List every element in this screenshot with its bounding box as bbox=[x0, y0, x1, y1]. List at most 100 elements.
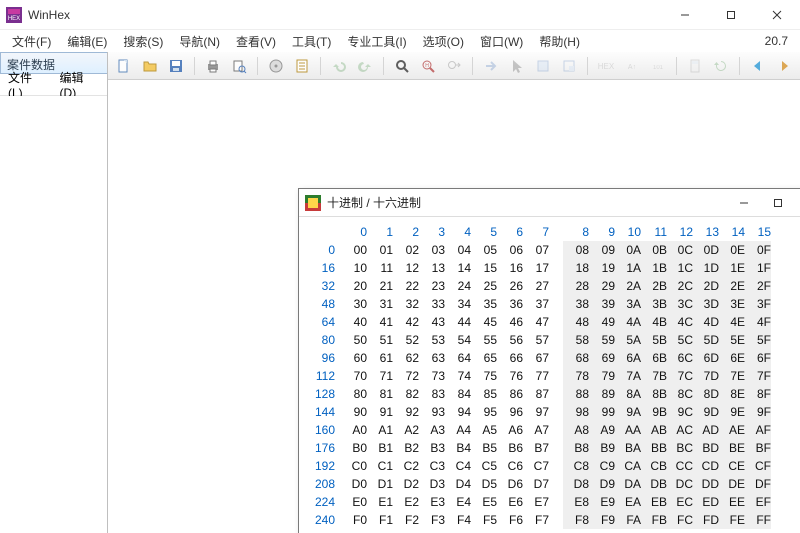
hex-cell[interactable]: 15 bbox=[471, 259, 497, 277]
hex-cell[interactable]: 4B bbox=[641, 313, 667, 331]
hex-cell[interactable]: 07 bbox=[523, 241, 549, 259]
hex-cell[interactable]: FD bbox=[693, 511, 719, 529]
hex-cell[interactable]: A0 bbox=[341, 421, 367, 439]
find-hex-icon[interactable]: H bbox=[418, 56, 438, 76]
hex-cell[interactable]: 13 bbox=[419, 259, 445, 277]
hex-cell[interactable]: FE bbox=[719, 511, 745, 529]
hex-cell[interactable]: 89 bbox=[589, 385, 615, 403]
hex-cell[interactable]: 05 bbox=[471, 241, 497, 259]
hex-cell[interactable]: C4 bbox=[445, 457, 471, 475]
hex-cell[interactable]: E1 bbox=[367, 493, 393, 511]
hex-cell[interactable]: 2A bbox=[615, 277, 641, 295]
hex-cell[interactable]: 41 bbox=[367, 313, 393, 331]
hex-cell[interactable]: CA bbox=[615, 457, 641, 475]
hex-cell[interactable]: 44 bbox=[445, 313, 471, 331]
hex-cell[interactable]: D0 bbox=[341, 475, 367, 493]
hex-cell[interactable]: AF bbox=[745, 421, 771, 439]
hex-cell[interactable]: 77 bbox=[523, 367, 549, 385]
hex-cell[interactable]: 9F bbox=[745, 403, 771, 421]
hex-cell[interactable]: 2F bbox=[745, 277, 771, 295]
hex-cell[interactable]: F6 bbox=[497, 511, 523, 529]
hex-cell[interactable]: 49 bbox=[589, 313, 615, 331]
hex-cell[interactable]: C8 bbox=[563, 457, 589, 475]
hex-cell[interactable]: 4F bbox=[745, 313, 771, 331]
hex-cell[interactable]: C1 bbox=[367, 457, 393, 475]
hex-cell[interactable]: 0C bbox=[667, 241, 693, 259]
hex-cell[interactable]: D7 bbox=[523, 475, 549, 493]
hex-cell[interactable]: BC bbox=[667, 439, 693, 457]
hex-cell[interactable]: 0D bbox=[693, 241, 719, 259]
find-next-icon[interactable] bbox=[444, 56, 464, 76]
hex-cell[interactable]: 96 bbox=[497, 403, 523, 421]
hex-cell[interactable]: CB bbox=[641, 457, 667, 475]
hex-cell[interactable]: D5 bbox=[471, 475, 497, 493]
hex-cell[interactable]: 2E bbox=[719, 277, 745, 295]
hex-cell[interactable]: 85 bbox=[471, 385, 497, 403]
hex-cell[interactable]: 86 bbox=[497, 385, 523, 403]
hex-cell[interactable]: F7 bbox=[523, 511, 549, 529]
hex-cell[interactable]: AD bbox=[693, 421, 719, 439]
hex-cell[interactable]: C0 bbox=[341, 457, 367, 475]
hex-cell[interactable]: 1A bbox=[615, 259, 641, 277]
hex-cell[interactable]: 34 bbox=[445, 295, 471, 313]
hex-cell[interactable]: C3 bbox=[419, 457, 445, 475]
hex-cell[interactable]: B1 bbox=[367, 439, 393, 457]
hex-cell[interactable]: 3F bbox=[745, 295, 771, 313]
hex-cell[interactable]: 0F bbox=[745, 241, 771, 259]
hex-cell[interactable]: 80 bbox=[341, 385, 367, 403]
hex-cell[interactable]: B2 bbox=[393, 439, 419, 457]
hex-cell[interactable]: 76 bbox=[497, 367, 523, 385]
hex-cell[interactable]: 9B bbox=[641, 403, 667, 421]
new-file-icon[interactable] bbox=[114, 56, 134, 76]
hex-cell[interactable]: DD bbox=[693, 475, 719, 493]
hex-cell[interactable]: 82 bbox=[393, 385, 419, 403]
hex-cell[interactable]: 0A bbox=[615, 241, 641, 259]
hex-cell[interactable]: BA bbox=[615, 439, 641, 457]
hex-cell[interactable]: 45 bbox=[471, 313, 497, 331]
hex-cell[interactable]: 18 bbox=[563, 259, 589, 277]
dialog-close-button[interactable] bbox=[795, 192, 800, 214]
dialog-maximize-button[interactable] bbox=[761, 192, 795, 214]
hex-cell[interactable]: A8 bbox=[563, 421, 589, 439]
back-icon[interactable] bbox=[748, 56, 768, 76]
hex-cell[interactable]: FA bbox=[615, 511, 641, 529]
hex-cell[interactable]: DB bbox=[641, 475, 667, 493]
hex-cell[interactable]: CE bbox=[719, 457, 745, 475]
menu-item[interactable]: 帮助(H) bbox=[531, 33, 588, 51]
hex-cell[interactable]: B9 bbox=[589, 439, 615, 457]
hex-cell[interactable]: ED bbox=[693, 493, 719, 511]
hex-cell[interactable]: 57 bbox=[523, 331, 549, 349]
hex-cell[interactable]: 87 bbox=[523, 385, 549, 403]
minimize-button[interactable] bbox=[662, 0, 708, 30]
hex-cell[interactable]: C9 bbox=[589, 457, 615, 475]
hex-cell[interactable]: 62 bbox=[393, 349, 419, 367]
hex-cell[interactable]: 67 bbox=[523, 349, 549, 367]
hex-cell[interactable]: 04 bbox=[445, 241, 471, 259]
hex-cell[interactable]: 17 bbox=[523, 259, 549, 277]
hex-cell[interactable]: 51 bbox=[367, 331, 393, 349]
hex-cell[interactable]: 9E bbox=[719, 403, 745, 421]
hex-cell[interactable]: 66 bbox=[497, 349, 523, 367]
hex-cell[interactable]: D3 bbox=[419, 475, 445, 493]
hex-cell[interactable]: C5 bbox=[471, 457, 497, 475]
hex-cell[interactable]: 16 bbox=[497, 259, 523, 277]
hex-cell[interactable]: 73 bbox=[419, 367, 445, 385]
hex-cell[interactable]: EB bbox=[641, 493, 667, 511]
block-end-icon[interactable] bbox=[559, 56, 579, 76]
hex-cell[interactable]: 63 bbox=[419, 349, 445, 367]
hex-cell[interactable]: BF bbox=[745, 439, 771, 457]
hex-cell[interactable]: 83 bbox=[419, 385, 445, 403]
hex-cell[interactable]: F8 bbox=[563, 511, 589, 529]
hex-cell[interactable]: 6A bbox=[615, 349, 641, 367]
hex-cell[interactable]: 31 bbox=[367, 295, 393, 313]
hex-cell[interactable]: 6F bbox=[745, 349, 771, 367]
hex-cell[interactable]: CF bbox=[745, 457, 771, 475]
hex-cell[interactable]: 2C bbox=[667, 277, 693, 295]
hex-cell[interactable]: E2 bbox=[393, 493, 419, 511]
hex-cell[interactable]: 03 bbox=[419, 241, 445, 259]
hex-cell[interactable]: 54 bbox=[445, 331, 471, 349]
hex-cell[interactable]: 3D bbox=[693, 295, 719, 313]
hex-cell[interactable]: 7A bbox=[615, 367, 641, 385]
hex-cell[interactable]: 99 bbox=[589, 403, 615, 421]
dialog-titlebar[interactable]: 十进制 / 十六进制 bbox=[299, 189, 800, 217]
